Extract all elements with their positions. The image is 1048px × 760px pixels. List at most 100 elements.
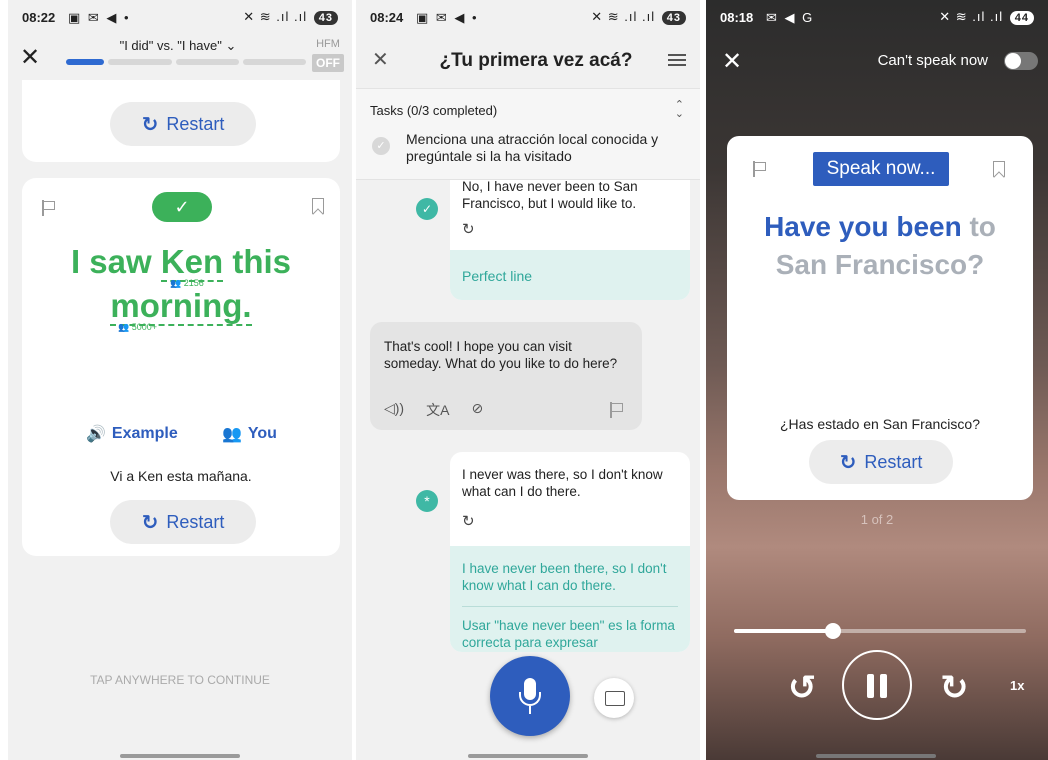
- home-indicator: [120, 754, 240, 758]
- corrected-text: I have never been there, so I don't know…: [462, 561, 667, 593]
- tasks-header: Tasks (0/3 completed): [370, 103, 498, 118]
- signal-icons: ✕ ≋ .ıl .ıl 43: [591, 9, 686, 25]
- cant-speak-label: Can't speak now: [877, 52, 988, 69]
- conversation-header: ✕ ¿Tu primera vez acá?: [356, 34, 700, 88]
- speaking-practice-screen: 08:18 ✉ ◀ G ✕ ≋ .ıl .ıl 44 ✕ Can't speak…: [706, 0, 1048, 760]
- bot-message: That's cool! I hope you can visit someda…: [370, 322, 642, 430]
- progress-segment: [108, 59, 172, 65]
- translation: Vi a Ken esta mañana.: [110, 468, 252, 484]
- speak-now-badge: Speak now...: [813, 152, 949, 186]
- battery-icon: 44: [1009, 11, 1034, 25]
- hide-icon[interactable]: ⊘: [471, 400, 483, 420]
- conversation-screen: 08:24 ▣ ✉ ◀ • ✕ ≋ .ıl .ıl 43 ✕ ¿Tu prime…: [356, 0, 700, 760]
- rewind-icon[interactable]: ↺: [788, 668, 817, 708]
- progress-segment-filled: [66, 59, 105, 65]
- page-title: ¿Tu primera vez acá?: [439, 50, 633, 71]
- sentence-card: ✓ I saw Ken this morning. 👥 2156 👥 5000+…: [22, 178, 340, 556]
- lesson-result-screen: 08:22 ▣ ✉ ◀ • ✕ ≋ .ıl .ıl 43 ✕ "I did" v…: [8, 0, 352, 760]
- settings-sliders-icon[interactable]: [668, 52, 686, 68]
- forward-icon[interactable]: ↻: [940, 668, 969, 708]
- restart-button[interactable]: ↻ Restart: [809, 440, 953, 484]
- audio-icon[interactable]: ◁)): [384, 400, 404, 420]
- correction-panel: I have never been there, so I don't know…: [450, 546, 690, 652]
- remaining-part: San Francisco?: [775, 249, 985, 280]
- progress-segment: [242, 59, 306, 65]
- example-label: Example: [111, 425, 178, 442]
- sentence-part: I saw: [70, 243, 161, 280]
- signal-text: ✕ ≋ .ıl .ıl: [591, 9, 656, 24]
- restart-icon: ↻: [839, 451, 857, 474]
- previous-card: ↻ Restart: [22, 80, 340, 162]
- message-text: I never was there, so I don't know what …: [462, 467, 663, 499]
- bookmark-icon[interactable]: [993, 161, 1005, 177]
- battery-icon: 43: [661, 11, 686, 25]
- restart-icon: ↻: [141, 113, 159, 136]
- example-button[interactable]: 🔊 Example: [86, 424, 178, 444]
- home-indicator: [816, 754, 936, 758]
- sentence-part: this: [223, 243, 292, 280]
- status-time: 08:18: [720, 10, 754, 25]
- close-icon[interactable]: ✕: [372, 50, 389, 70]
- pause-button[interactable]: [842, 650, 912, 720]
- user-voice-icon: 👥: [222, 426, 242, 443]
- bookmark-icon[interactable]: [312, 198, 324, 214]
- restart-label: Restart: [166, 113, 225, 134]
- tasks-panel[interactable]: Tasks (0/3 completed) ⌃ ⌄ ✓ Menciona una …: [356, 88, 700, 180]
- retry-icon[interactable]: ↻: [462, 512, 475, 530]
- playback-handle[interactable]: [825, 623, 842, 639]
- spoken-part: Have you been: [764, 211, 962, 242]
- user-correction-icon: *: [416, 490, 438, 512]
- you-button[interactable]: 👥 You: [222, 424, 277, 444]
- keyboard-icon[interactable]: [594, 678, 634, 718]
- close-icon[interactable]: ✕: [722, 50, 742, 74]
- slider-line: [668, 54, 686, 56]
- signal-icons: ✕ ≋ .ıl .ıl 44: [939, 9, 1034, 25]
- lesson-title[interactable]: "I did" vs. "I have" ⌄: [68, 38, 288, 54]
- check-badge: ✓: [152, 192, 212, 222]
- flag-icon[interactable]: [42, 200, 56, 216]
- status-bar: 08:24 ▣ ✉ ◀ • ✕ ≋ .ıl .ıl 43: [356, 0, 700, 34]
- restart-label: Restart: [864, 451, 923, 472]
- playback-slider[interactable]: [734, 629, 1026, 633]
- restart-icon: ↻: [141, 511, 159, 534]
- word-frequency: 👥 2156: [170, 278, 204, 288]
- retry-icon[interactable]: ↻: [462, 220, 475, 238]
- correction-explanation: Usar "have never been" es la forma corre…: [462, 618, 675, 650]
- playback-progress: [734, 629, 834, 633]
- hfm-label: HFM: [316, 38, 340, 50]
- tap-to-continue[interactable]: TAP ANYWHERE TO CONTINUE: [8, 673, 352, 687]
- restart-button[interactable]: ↻ Restart: [110, 500, 256, 544]
- status-time: 08:24: [370, 10, 404, 25]
- status-bar: 08:22 ▣ ✉ ◀ • ✕ ≋ .ıl .ıl 43: [8, 0, 352, 34]
- notification-icons: ▣ ✉ ◀ •: [416, 10, 479, 25]
- status-bar: 08:18 ✉ ◀ G ✕ ≋ .ıl .ıl 44: [706, 0, 1048, 34]
- close-icon[interactable]: ✕: [20, 46, 40, 70]
- flag-icon[interactable]: [610, 402, 624, 418]
- remaining-part: to: [961, 211, 996, 242]
- slider-line: [668, 64, 686, 66]
- translate-icon[interactable]: 文A: [426, 400, 449, 420]
- battery-icon: 43: [313, 11, 338, 25]
- progress-segment: [175, 59, 239, 65]
- word-frequency: 👥 5000+: [118, 322, 157, 332]
- signal-icons: ✕ ≋ .ıl .ıl 43: [243, 9, 338, 25]
- cant-speak-toggle[interactable]: [1004, 52, 1038, 70]
- home-indicator: [468, 754, 588, 758]
- word-ken[interactable]: Ken: [160, 243, 224, 282]
- playback-speed[interactable]: 1x: [1010, 678, 1024, 693]
- restart-button[interactable]: ↻ Restart: [110, 102, 256, 146]
- microphone-button[interactable]: [490, 656, 570, 736]
- expand-icon[interactable]: ⌃ ⌄: [675, 100, 684, 120]
- feedback-text: Perfect line: [450, 250, 690, 300]
- hfm-toggle[interactable]: HFM OFF: [312, 38, 344, 72]
- message-text: That's cool! I hope you can visit someda…: [384, 339, 618, 371]
- hfm-state: OFF: [312, 54, 344, 72]
- translation: ¿Has estado en San Francisco?: [780, 416, 980, 432]
- user-check-icon: ✓: [416, 198, 438, 220]
- word-morning[interactable]: morning.: [110, 287, 252, 326]
- prompt-sentence: Have you been to San Francisco?: [737, 208, 1023, 284]
- flag-icon[interactable]: [753, 161, 767, 177]
- signal-text: ✕ ≋ .ıl .ıl: [243, 9, 308, 24]
- restart-label: Restart: [166, 511, 225, 532]
- speaker-icon: 🔊: [86, 426, 106, 443]
